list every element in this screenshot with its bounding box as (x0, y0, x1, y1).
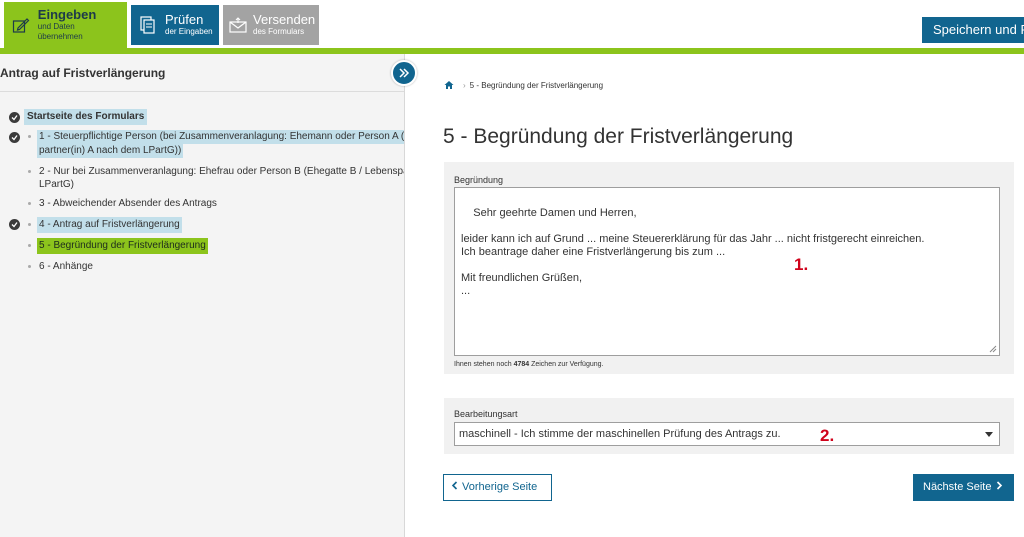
collapse-sidebar-button[interactable] (391, 60, 417, 86)
sidebar-item-label: 6 - Anhänge (39, 261, 93, 272)
sidebar-title: Antrag auf Fristverlängerung (0, 54, 404, 92)
document-check-icon (137, 14, 159, 36)
next-page-button[interactable]: Nächste Seite (913, 474, 1014, 501)
sidebar-item-label: 5 - Begründung der Fristverlängerung (37, 238, 208, 254)
bullet-icon (28, 135, 31, 138)
check-icon (9, 132, 20, 143)
edit-icon (10, 14, 32, 36)
envelope-icon (229, 14, 247, 36)
check-icon (9, 219, 20, 230)
sidebar-item-label-line1: 1 - Steuerpflichtige Person (bei Zusamme… (37, 130, 404, 144)
step-eingeben[interactable]: Eingeben und Daten übernehmen (4, 2, 127, 48)
sidebar-item-person-b[interactable]: 2 - Nur bei Zusammenveranlagung: Ehefrau… (0, 165, 405, 193)
top-bar: Eingeben und Daten übernehmen Prüfen der… (0, 0, 1024, 48)
sidebar-item-begruendung[interactable]: 5 - Begründung der Fristverlängerung (0, 238, 404, 256)
sidebar-item-label: Startseite des Formulars (24, 109, 148, 125)
sidebar: Antrag auf Fristverlängerung Startseite … (0, 54, 405, 537)
sidebar-item-absender[interactable]: 3 - Abweichender Absender des Antrags (0, 197, 404, 213)
sidebar-item-label: 4 - Antrag auf Fristverlängerung (37, 217, 182, 233)
step-pruefen-subtitle: der Eingaben (165, 27, 213, 36)
double-chevron-right-icon (399, 68, 410, 78)
sidebar-item-startseite[interactable]: Startseite des Formulars (0, 109, 404, 125)
sidebar-item-antrag[interactable]: 4 - Antrag auf Fristverlängerung (0, 217, 404, 235)
sidebar-item-label-line2: partner(in) A nach dem LPartG)) (37, 144, 184, 158)
begruendung-label: Begründung (454, 175, 504, 185)
annotation-2: 2. (820, 426, 835, 445)
character-counter: Ihnen stehen noch 4784 Zeichen zur Verfü… (454, 361, 603, 368)
bullet-icon (28, 170, 31, 173)
bullet-icon (28, 223, 31, 226)
page-title: 5 - Begründung der Fristverlängerung (443, 125, 794, 148)
bullet-icon (28, 202, 31, 205)
step-versenden[interactable]: Versenden des Formulars (223, 5, 319, 45)
bullet-icon (28, 265, 31, 268)
begruendung-text: Sehr geehrte Damen und Herren, leider ka… (461, 207, 925, 297)
step-eingeben-subtitle: und Daten übernehmen (37, 22, 83, 41)
save-and-close-button[interactable]: Speichern und Formular schließen (922, 17, 1024, 43)
sidebar-item-anhaenge[interactable]: 6 - Anhänge (0, 260, 404, 276)
step-eingeben-title: Eingeben (37, 7, 97, 22)
counter-suffix: Zeichen zur Verfügung. (529, 361, 604, 368)
dropdown-caret-icon (985, 432, 993, 437)
begruendung-panel: Begründung Sehr geehrte Damen und Herren… (444, 162, 1014, 374)
chevron-left-icon (451, 481, 458, 490)
annotation-1: 1. (794, 255, 809, 274)
previous-page-label: Vorherige Seite (462, 481, 538, 493)
bearbeitungsart-label: Bearbeitungsart (454, 409, 518, 419)
step-pruefen[interactable]: Prüfen der Eingaben (131, 5, 219, 45)
sidebar-item-label-line2: LPartG) (39, 179, 75, 190)
bearbeitungsart-value: maschinell - Ich stimme der maschinellen… (459, 428, 781, 440)
chevron-right-icon: › (463, 80, 466, 90)
breadcrumb-current: 5 - Begründung der Fristverlängerung (469, 80, 604, 90)
sidebar-item-person-a[interactable]: 1 - Steuerpflichtige Person (bei Zusamme… (0, 130, 404, 160)
chevron-right-icon (997, 481, 1003, 490)
home-icon[interactable] (444, 80, 454, 90)
next-page-label: Nächste Seite (923, 481, 992, 493)
step-pruefen-title: Prüfen (165, 12, 204, 27)
begruendung-textarea[interactable]: Sehr geehrte Damen und Herren, leider ka… (454, 187, 1000, 356)
step-versenden-title: Versenden (253, 12, 316, 27)
step-versenden-subtitle: des Formulars (253, 27, 305, 36)
check-icon (9, 112, 20, 123)
counter-value: 4784 (513, 361, 530, 368)
sidebar-item-label: 3 - Abweichender Absender des Antrags (39, 198, 217, 209)
sidebar-item-label-line1: 2 - Nur bei Zusammenveranlagung: Ehefrau… (39, 166, 405, 177)
bearbeitungsart-panel: Bearbeitungsart maschinell - Ich stimme … (444, 398, 1014, 454)
bullet-icon (28, 244, 31, 247)
counter-prefix: Ihnen stehen noch (454, 361, 514, 368)
resize-grip-icon[interactable] (988, 344, 997, 353)
previous-page-button[interactable]: Vorherige Seite (443, 474, 552, 501)
bearbeitungsart-select[interactable]: maschinell - Ich stimme der maschinellen… (454, 422, 1000, 446)
breadcrumb: › 5 - Begründung der Fristverlängerung (444, 80, 603, 90)
